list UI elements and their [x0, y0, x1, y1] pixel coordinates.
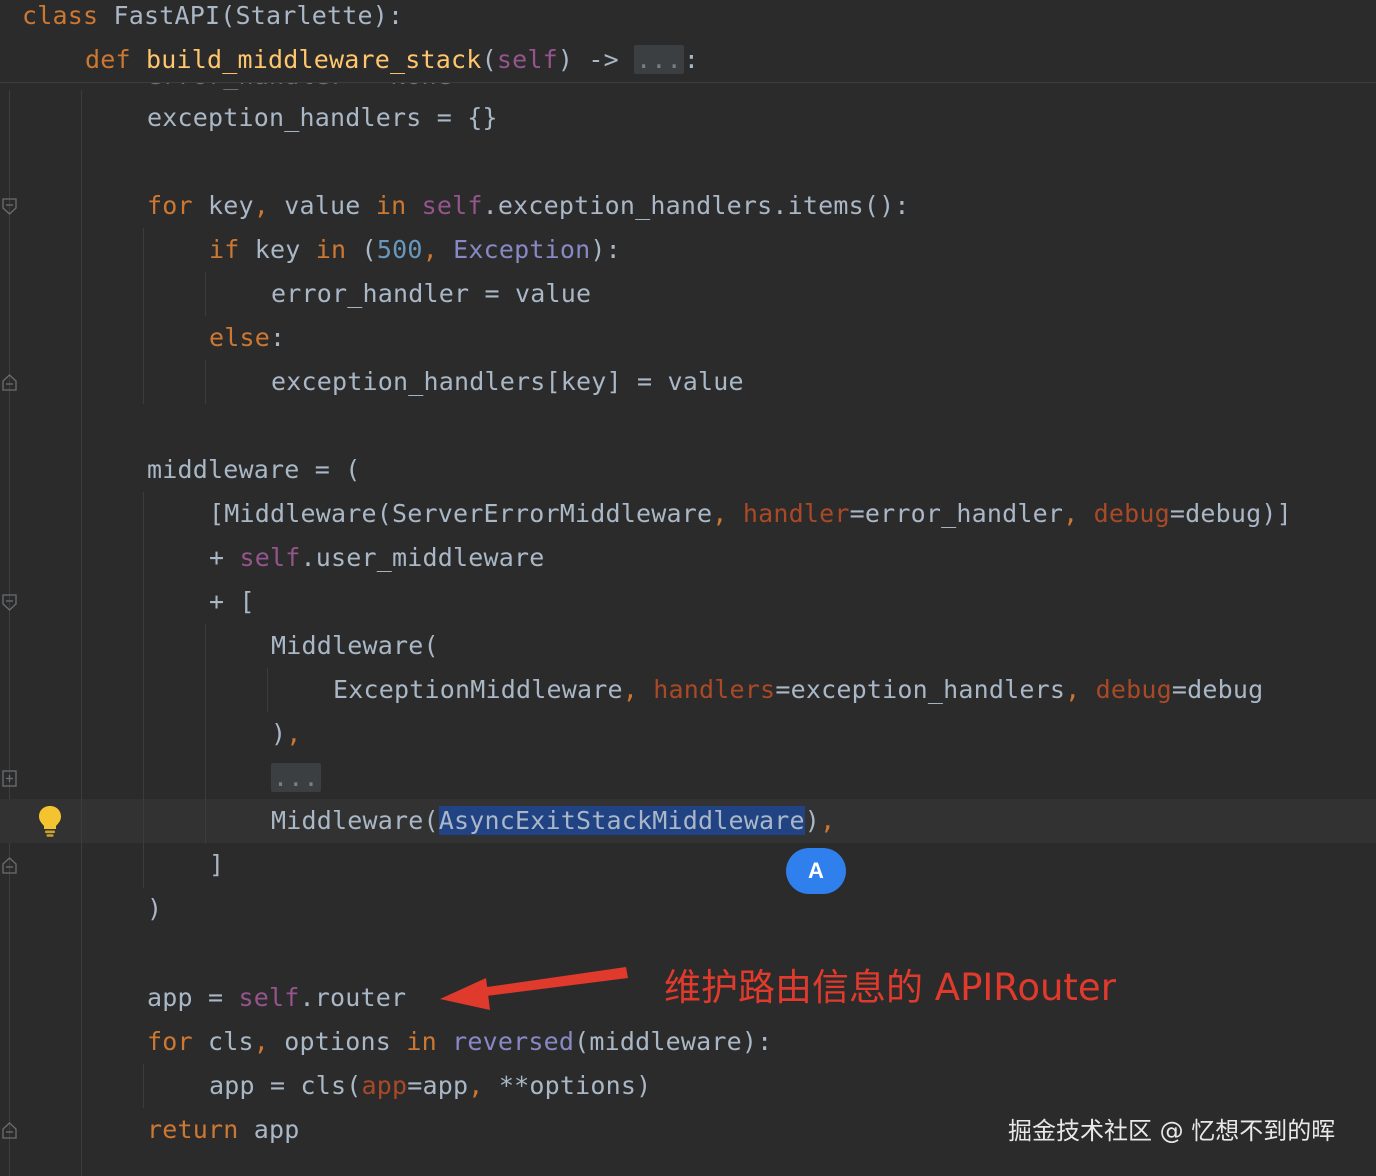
fold-end-icon[interactable]	[2, 374, 17, 391]
code-line[interactable]: app = self.router	[147, 976, 406, 1020]
fold-end-icon[interactable]	[2, 857, 17, 874]
code-line[interactable]: exception_handlers = {}	[147, 96, 498, 140]
code-line[interactable]: ExceptionMiddleware, handlers=exception_…	[333, 668, 1263, 712]
selected-text[interactable]: AsyncExitStackMiddleware	[438, 806, 805, 835]
code-line[interactable]: + self.user_middleware	[209, 536, 545, 580]
fold-open-icon[interactable]	[2, 594, 17, 611]
code-line[interactable]: + [	[209, 580, 255, 624]
gutter-separator	[9, 0, 10, 1176]
folded-code-placeholder[interactable]: ...	[271, 756, 321, 800]
indent-guide	[267, 668, 268, 712]
lightbulb-icon[interactable]	[36, 804, 64, 838]
method-declaration-line: def build_middleware_stack(self) -> ...:	[85, 45, 700, 74]
indent-guide	[205, 624, 206, 844]
code-line[interactable]: )	[147, 887, 162, 931]
code-line[interactable]: ),	[271, 712, 302, 756]
code-line[interactable]: ]	[209, 843, 224, 887]
annotation-arrow-icon	[440, 967, 628, 1010]
indent-guide	[143, 1064, 144, 1108]
code-line[interactable]: if key in (500, Exception):	[209, 228, 621, 272]
code-line[interactable]: exception_handlers[key] = value	[271, 360, 744, 404]
indent-guide	[143, 492, 144, 888]
code-line[interactable]: app = cls(app=app, **options)	[209, 1064, 651, 1108]
code-line[interactable]: else:	[209, 316, 285, 360]
user-cursor-badge: A	[786, 848, 846, 894]
indent-guide	[205, 360, 206, 404]
watermark: 掘金技术社区 @ 忆想不到的晖	[1008, 1117, 1336, 1145]
indent-guide	[81, 82, 82, 1176]
scrolled-partial-line: error_handler = None	[0, 82, 1376, 90]
code-line[interactable]: for key, value in self.exception_handler…	[147, 184, 910, 228]
folded-return-type[interactable]: ...	[634, 45, 684, 74]
class-declaration-line: class FastAPI(Starlette):	[22, 1, 404, 30]
fold-open-icon[interactable]	[2, 198, 17, 215]
sticky-scope-header[interactable]: class FastAPI(Starlette): def build_midd…	[0, 0, 1376, 83]
indent-guide	[205, 272, 206, 316]
annotation-label: 维护路由信息的 APIRouter	[664, 966, 1116, 1009]
indent-guide	[143, 228, 144, 404]
code-line[interactable]: error_handler = value	[271, 272, 591, 316]
fold-end-icon[interactable]	[2, 1122, 17, 1139]
code-line[interactable]: middleware = (	[147, 448, 361, 492]
fold-collapsed-icon[interactable]	[2, 770, 17, 787]
code-line-current[interactable]: Middleware(AsyncExitStackMiddleware),	[271, 799, 835, 843]
code-line[interactable]: [Middleware(ServerErrorMiddleware, handl…	[209, 492, 1292, 536]
code-line[interactable]: Middleware(	[271, 624, 439, 668]
code-line[interactable]: return app	[147, 1108, 300, 1152]
code-line[interactable]: for cls, options in reversed(middleware)…	[147, 1020, 772, 1064]
